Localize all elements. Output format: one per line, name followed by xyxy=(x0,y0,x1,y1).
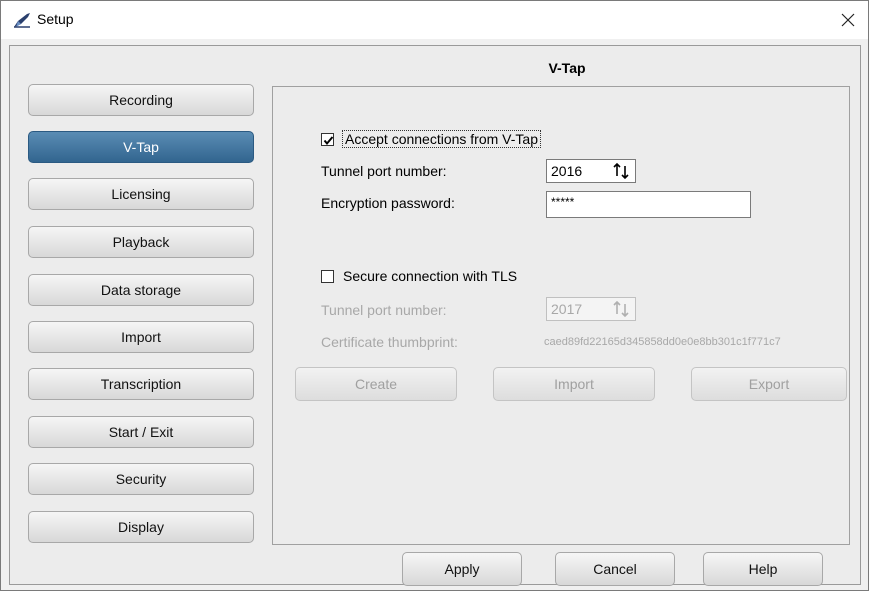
sidebar-item-display[interactable]: Display xyxy=(28,511,254,543)
tls-tunnel-port-spinner[interactable]: 2017 xyxy=(546,297,636,321)
setup-window: Setup Recording V-Tap Licensing Playback… xyxy=(0,0,869,591)
sidebar-item-recording[interactable]: Recording xyxy=(28,84,254,116)
sidebar-item-label: Licensing xyxy=(111,186,171,202)
window-title: Setup xyxy=(37,11,74,27)
accept-connections-checkbox[interactable]: Accept connections from V-Tap xyxy=(321,130,541,148)
tls-tunnel-port-label: Tunnel port number: xyxy=(321,302,447,318)
apply-label: Apply xyxy=(444,561,480,577)
secure-tls-checkbox[interactable]: Secure connection with TLS xyxy=(321,268,517,284)
checkbox-box[interactable] xyxy=(321,269,334,283)
sidebar-item-v-tap[interactable]: V-Tap xyxy=(28,131,254,163)
cancel-button[interactable]: Cancel xyxy=(555,552,675,586)
tunnel-port-value: 2016 xyxy=(551,163,583,179)
sidebar-item-data-storage[interactable]: Data storage xyxy=(28,274,254,306)
up-down-arrows-icon[interactable] xyxy=(611,162,633,180)
app-icon xyxy=(14,13,30,28)
tunnel-port-label: Tunnel port number: xyxy=(321,163,447,179)
sidebar-item-label: Transcription xyxy=(100,376,182,392)
sidebar-item-playback[interactable]: Playback xyxy=(28,226,254,258)
section-title: V-Tap xyxy=(548,60,586,76)
encryption-password-label: Encryption password: xyxy=(321,195,455,211)
export-certificate-button[interactable]: Export xyxy=(691,367,847,401)
sidebar-item-label: Import xyxy=(121,329,161,345)
client-area: Recording V-Tap Licensing Playback Data … xyxy=(9,45,861,586)
sidebar-item-transcription[interactable]: Transcription xyxy=(28,368,254,400)
help-label: Help xyxy=(748,561,778,577)
help-button[interactable]: Help xyxy=(703,552,823,586)
cancel-label: Cancel xyxy=(593,561,637,577)
tunnel-port-spinner[interactable]: 2016 xyxy=(546,159,636,183)
close-icon xyxy=(841,13,855,27)
sidebar-item-import[interactable]: Import xyxy=(28,321,254,353)
accept-connections-label: Accept connections from V-Tap xyxy=(342,130,541,148)
sidebar-item-label: Recording xyxy=(109,92,173,108)
tls-tunnel-port-value: 2017 xyxy=(551,301,583,317)
secure-tls-label: Secure connection with TLS xyxy=(343,268,518,284)
import-label: Import xyxy=(554,376,594,392)
sidebar-item-label: Security xyxy=(115,471,167,487)
create-label: Create xyxy=(354,376,398,392)
certificate-thumbprint-value: caed89fd22165d345858dd0e0e8bb301c1f771c7 xyxy=(544,336,781,348)
sidebar-item-label: V-Tap xyxy=(123,139,159,155)
encryption-password-field[interactable]: ***** xyxy=(546,191,751,218)
title-bar[interactable]: Setup xyxy=(1,1,868,39)
sidebar-item-licensing[interactable]: Licensing xyxy=(28,178,254,210)
sidebar-item-label: Playback xyxy=(112,234,170,250)
certificate-thumbprint-label: Certificate thumbprint: xyxy=(321,334,458,350)
up-down-arrows-icon[interactable] xyxy=(611,300,633,318)
checkmark-icon xyxy=(323,135,334,145)
apply-button[interactable]: Apply xyxy=(402,552,522,586)
close-button[interactable] xyxy=(828,1,868,39)
sidebar-item-label: Data storage xyxy=(100,282,182,298)
sidebar-item-label: Display xyxy=(118,519,164,535)
import-certificate-button[interactable]: Import xyxy=(493,367,655,401)
vtap-settings-panel: Accept connections from V-Tap Tunnel por… xyxy=(272,86,850,545)
sidebar-item-security[interactable]: Security xyxy=(28,463,254,495)
checkbox-box[interactable] xyxy=(321,132,334,146)
sidebar-item-label: Start / Exit xyxy=(108,424,174,440)
sidebar-item-start-exit[interactable]: Start / Exit xyxy=(28,416,254,448)
export-label: Export xyxy=(748,376,790,392)
create-certificate-button[interactable]: Create xyxy=(295,367,457,401)
